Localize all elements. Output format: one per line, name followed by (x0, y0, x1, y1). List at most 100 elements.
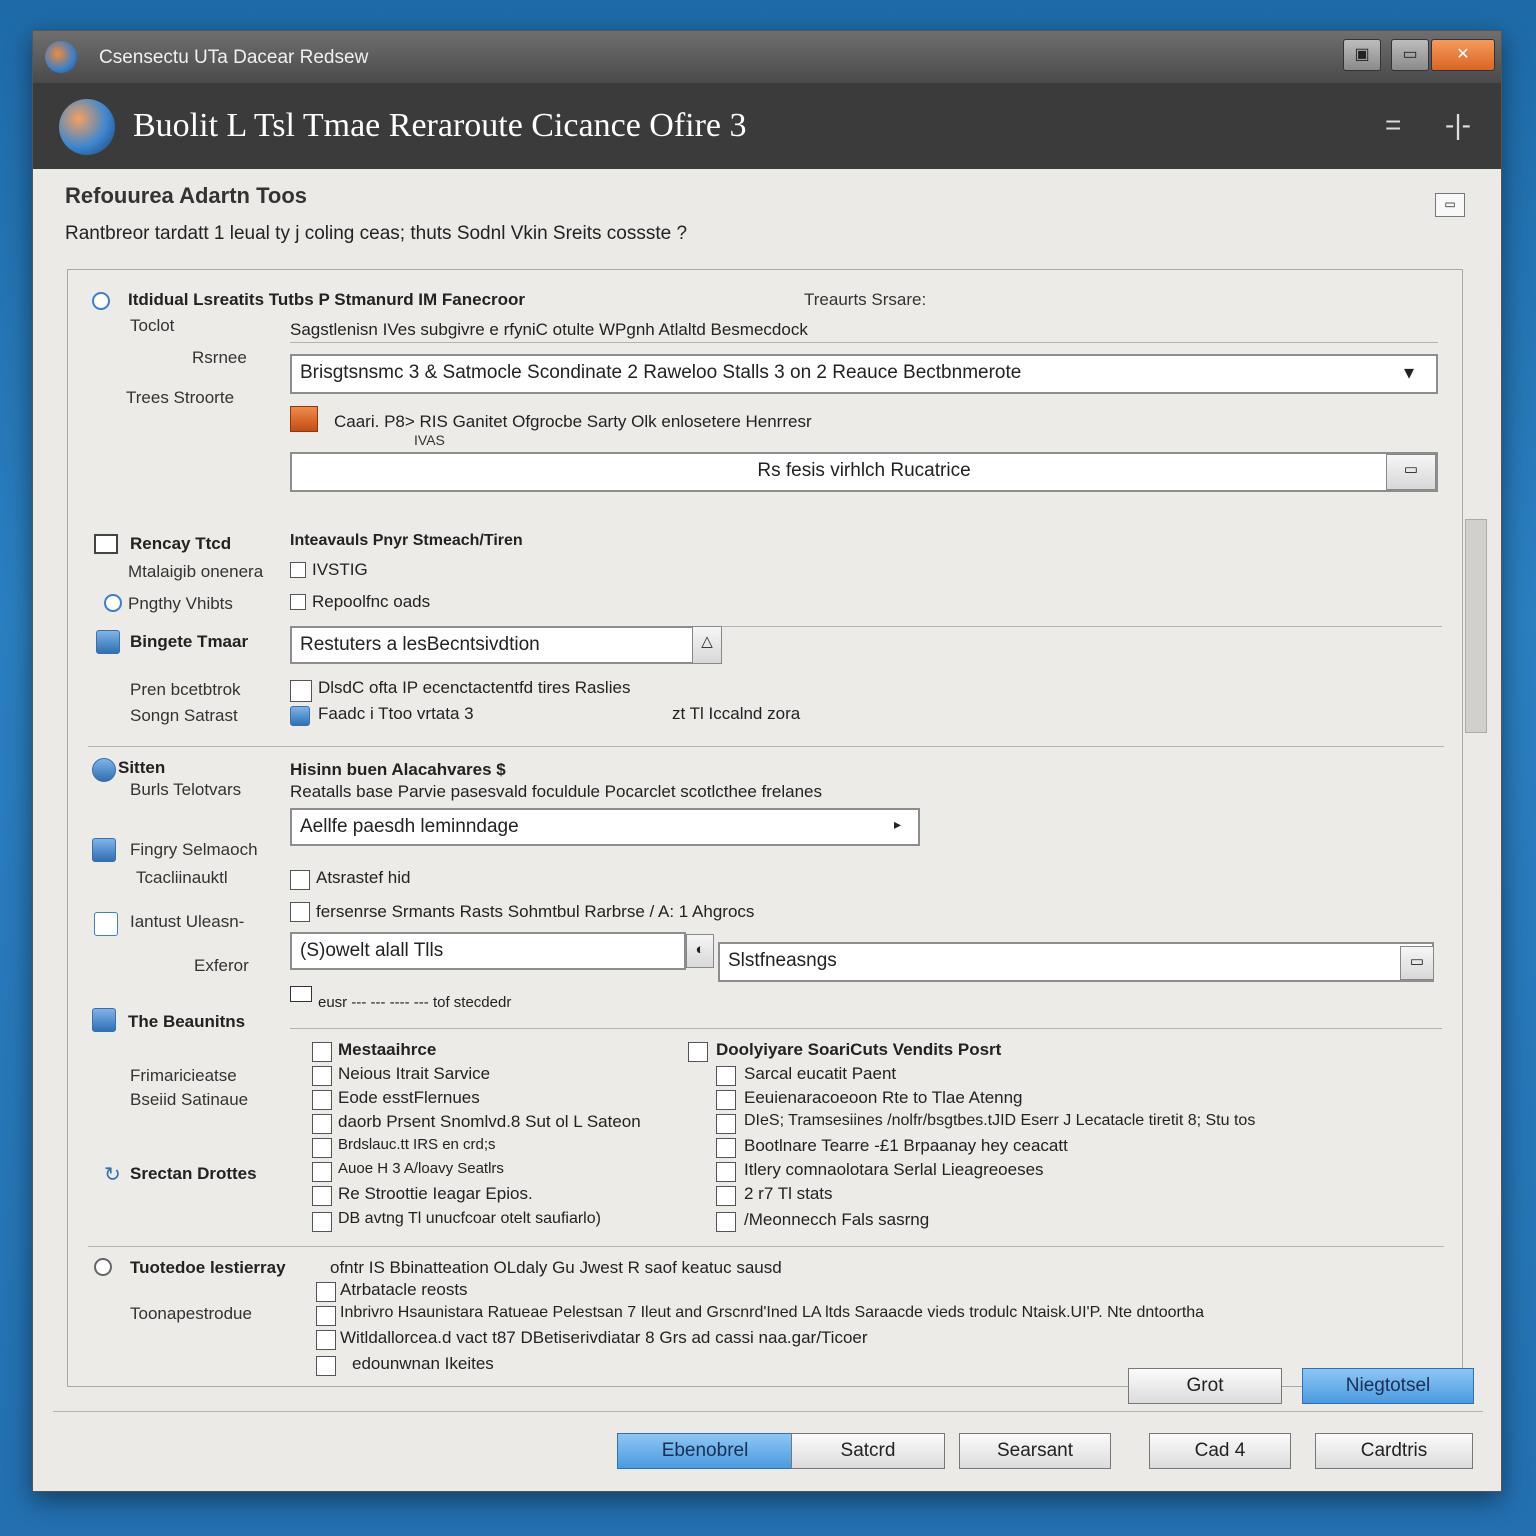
logo-icon (59, 99, 115, 155)
menu-icon[interactable]: = (1385, 109, 1401, 141)
group6-heading-tail: ofntr IS Bbinatteation OLdaly Gu Jwest R… (330, 1258, 782, 1277)
divider (290, 1028, 1442, 1029)
refresh-icon: ↻ (104, 1164, 121, 1186)
group3-aside: zt Tl Iccalnd zora (672, 704, 801, 723)
group1-field-2[interactable]: Rs fesis virhlch Rucatrice (290, 452, 1438, 492)
group6-primary-button[interactable]: Niegtotsel (1302, 1368, 1474, 1404)
right-item-checkbox[interactable] (716, 1090, 736, 1110)
group1-label-3: Trees Stroorte (126, 388, 235, 407)
restore-button[interactable]: ▣ (1343, 39, 1381, 71)
app-icon (45, 41, 77, 73)
group1-select[interactable]: Brisgtsnsmc 3 & Satmocle Scondinate 2 Ra… (290, 354, 1438, 394)
group4-checkbox-2[interactable] (290, 902, 310, 922)
group1-subline: Sagstlenisn IVes subgivre e rfyniC otult… (290, 320, 808, 339)
left-item-checkbox[interactable] (312, 1066, 332, 1086)
right-item-checkbox[interactable] (716, 1138, 736, 1158)
group3-info-icon (290, 706, 310, 726)
group3-field[interactable]: Restuters a lesBecntsivdtion (290, 626, 694, 664)
right-item: DIeS; Tramsesiines /nolfr/bsgtbes.tJID E… (744, 1112, 1256, 1129)
group4-field-left[interactable]: (S)owelt alall Tlls (290, 932, 686, 970)
group3-checkbox-1[interactable] (290, 680, 312, 702)
footer-primary-button[interactable]: Ebenobrel (617, 1433, 793, 1469)
dropdown-arrow-icon[interactable]: ▾ (1404, 360, 1414, 385)
group4-select[interactable]: Aellfe paesdh leminndage (290, 808, 920, 846)
group4-label-4: Tcacliinauktl (136, 868, 228, 887)
right-item-checkbox[interactable] (716, 1066, 736, 1086)
left-item-checkbox[interactable] (312, 1186, 332, 1206)
spinner-up-icon[interactable]: △ (692, 626, 722, 664)
right-item-checkbox[interactable] (688, 1042, 708, 1062)
pin-icon[interactable]: -|- (1445, 109, 1471, 141)
footer-button[interactable]: Cardtris (1315, 1433, 1473, 1469)
group1-option-sub: IVAS (414, 432, 445, 448)
group4-label-1: Sitten (118, 758, 166, 777)
minimize-button[interactable]: ▭ (1391, 39, 1429, 71)
group4-field-right[interactable]: Slstfneasngs (718, 942, 1434, 982)
app-header: Buolit L Tsl Tmae Reraroute Cicance Ofir… (33, 83, 1501, 169)
footer-button[interactable]: Cad 4 (1149, 1433, 1291, 1469)
browse-button[interactable]: ▭ (1400, 946, 1434, 980)
right-item-checkbox[interactable] (716, 1162, 736, 1182)
group1-label-1: Toclot (130, 316, 175, 335)
right-item-checkbox[interactable] (716, 1212, 736, 1232)
section-title: Refouurea Adartn Toos (65, 183, 308, 208)
browse-button[interactable]: ▭ (1386, 454, 1436, 490)
group1-status: Treaurts Srsare: (804, 290, 927, 309)
left-item: Eode esstFlernues (338, 1088, 480, 1107)
divider (290, 342, 1438, 343)
group2-icon (94, 534, 118, 554)
group3-icon (96, 630, 120, 654)
left-item: Auoe H 3 A/loavy Seatlrs (338, 1160, 504, 1177)
right-item: 2 r7 Tl stats (744, 1184, 833, 1203)
right-item: Doolyiyare SoariCuts Vendits Posrt (716, 1040, 1002, 1059)
group4-checkbox-1[interactable] (290, 870, 310, 890)
scrollbar[interactable] (1465, 519, 1487, 733)
left-item: Re Stroottie Ieagar Epios. (338, 1184, 533, 1203)
divider (88, 1246, 1444, 1247)
group6-checkbox[interactable] (316, 1330, 336, 1350)
right-item-checkbox[interactable] (716, 1186, 736, 1206)
group6-item: Inbrivro Hsaunistara Ratueae Pelestsan 7… (340, 1304, 1205, 1321)
divider (88, 746, 1444, 747)
title-bar[interactable]: Csensectu UTa Dacear Redsew ▣ ▭ ✕ (33, 31, 1501, 83)
clear-icon[interactable]: ◐ (686, 934, 714, 968)
group2-checkbox-2[interactable] (290, 594, 306, 610)
group6-checkbox[interactable] (316, 1356, 336, 1376)
left-item-checkbox[interactable] (312, 1042, 332, 1062)
group6-item: Witldallorcea.d vact t87 DBetiserivdiata… (340, 1328, 868, 1347)
group5-label-1: The Beaunitns (128, 1012, 246, 1031)
group6-checkbox[interactable] (316, 1306, 336, 1326)
group3-label-2: Pren bcetbtrok (130, 680, 241, 699)
left-item-checkbox[interactable] (312, 1212, 332, 1232)
left-item-checkbox[interactable] (312, 1114, 332, 1134)
left-item-checkbox[interactable] (312, 1162, 332, 1182)
globe-icon (92, 758, 116, 782)
right-item-checkbox[interactable] (716, 1114, 736, 1134)
group6-secondary-button[interactable]: Grot (1128, 1368, 1282, 1404)
footer-button[interactable]: Satcrd (791, 1433, 945, 1469)
group6-radio[interactable] (94, 1258, 112, 1276)
left-item: Mestaaihrce (338, 1040, 437, 1059)
section-description: Rantbreor tardatt 1 leual ty j coling ce… (65, 223, 688, 244)
chat-icon (92, 1008, 116, 1032)
group4-check-1-label: Atsrastef hid (316, 868, 411, 887)
group6-checkbox[interactable] (316, 1282, 336, 1302)
group4-label-6: Exferor (194, 956, 249, 975)
close-button[interactable]: ✕ (1431, 39, 1495, 71)
left-item: Brdslauc.tt IRS en crd;s (338, 1136, 496, 1153)
collapse-button[interactable]: ▭ (1435, 193, 1465, 217)
group6-item: edounwnan Ikeites (352, 1354, 494, 1373)
group2-checkbox-1[interactable] (290, 562, 306, 578)
divider (53, 1411, 1483, 1412)
left-item-checkbox[interactable] (312, 1138, 332, 1158)
dropdown-arrow-icon[interactable]: ▸ (894, 816, 901, 833)
search-icon (92, 838, 116, 862)
footer-button[interactable]: Searsant (959, 1433, 1111, 1469)
group3-label-1: Bingete Tmaar (130, 632, 249, 651)
group2-radio[interactable] (104, 594, 122, 612)
group2-check-2-label: Repoolfnc oads (312, 592, 431, 611)
left-item-checkbox[interactable] (312, 1090, 332, 1110)
group1-radio[interactable] (92, 292, 110, 310)
group6-item: Atrbatacle reosts (340, 1280, 468, 1299)
window-title: Csensectu UTa Dacear Redsew (99, 47, 369, 68)
